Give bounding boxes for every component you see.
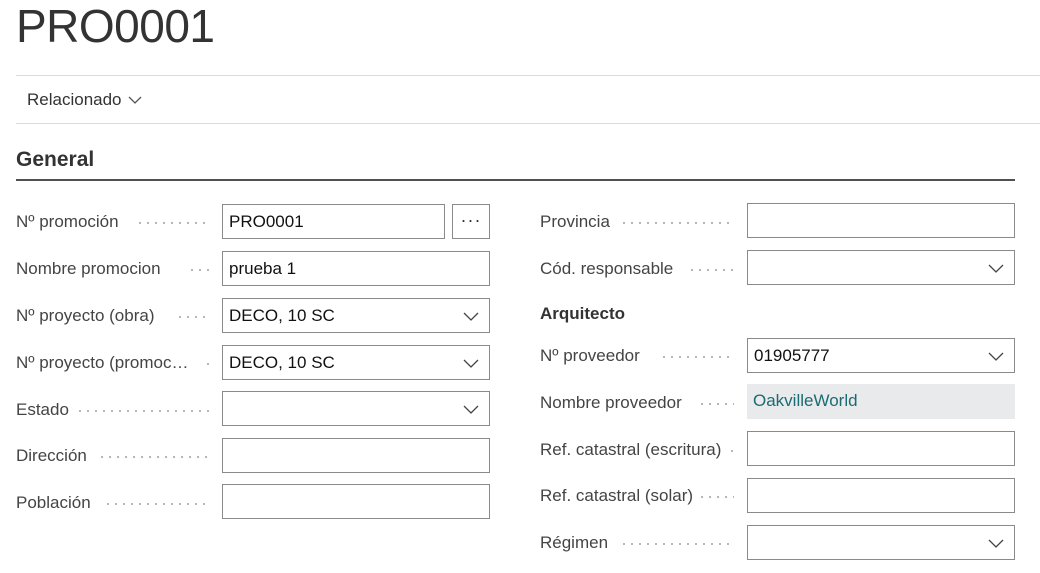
poblacion-input[interactable] bbox=[222, 484, 490, 519]
related-menu-button[interactable]: Relacionado bbox=[27, 90, 142, 110]
chevron-down-icon bbox=[463, 359, 479, 368]
provincia-input[interactable] bbox=[747, 203, 1015, 238]
label-poblacion: Población bbox=[16, 493, 91, 512]
no-proyecto-promocion-select[interactable]: DECO, 10 SC bbox=[222, 345, 490, 380]
no-proyecto-promocion-value: DECO, 10 SC bbox=[229, 353, 335, 372]
no-proveedor-select[interactable]: 01905777 bbox=[747, 338, 1015, 373]
direccion-input[interactable] bbox=[222, 438, 490, 473]
section-underline bbox=[16, 179, 1015, 181]
chevron-down-icon bbox=[988, 264, 1004, 273]
label-regimen: Régimen bbox=[540, 533, 609, 552]
regimen-select[interactable] bbox=[747, 525, 1015, 560]
lookup-button[interactable]: ··· bbox=[452, 204, 490, 239]
label-no-proyecto-obra: Nº proyecto (obra) bbox=[16, 306, 155, 325]
label-ref-catastral-escritura: Ref. catastral (escritura) bbox=[540, 440, 722, 459]
label-direccion: Dirección bbox=[16, 446, 87, 465]
no-proyecto-obra-select[interactable]: DECO, 10 SC bbox=[222, 298, 490, 333]
estado-select[interactable] bbox=[222, 391, 490, 426]
chevron-down-icon bbox=[128, 96, 141, 104]
label-no-proyecto-promocion: Nº proyecto (promoc… bbox=[16, 353, 189, 372]
label-nombre-promocion: Nombre promocion bbox=[16, 259, 161, 278]
ref-catastral-escritura-input[interactable] bbox=[747, 431, 1015, 466]
divider bbox=[16, 75, 1040, 76]
label-no-proveedor: Nº proveedor bbox=[540, 346, 640, 365]
nombre-promocion-input[interactable]: prueba 1 bbox=[222, 251, 490, 286]
chevron-down-icon bbox=[463, 405, 479, 414]
no-promocion-input[interactable]: PRO0001 bbox=[222, 204, 445, 239]
label-provincia: Provincia bbox=[540, 212, 610, 231]
cod-responsable-select[interactable] bbox=[747, 250, 1015, 285]
divider bbox=[16, 123, 1040, 124]
ref-catastral-solar-input[interactable] bbox=[747, 478, 1015, 513]
label-estado: Estado bbox=[16, 400, 69, 419]
label-nombre-proveedor: Nombre proveedor bbox=[540, 393, 682, 412]
chevron-down-icon bbox=[463, 312, 479, 321]
section-title-general[interactable]: General bbox=[16, 148, 94, 172]
label-ref-catastral-solar: Ref. catastral (solar) bbox=[540, 486, 694, 505]
chevron-down-icon bbox=[988, 352, 1004, 361]
page-title: PRO0001 bbox=[16, 0, 215, 52]
no-proveedor-value: 01905777 bbox=[754, 346, 830, 365]
ellipsis-icon: ··· bbox=[460, 210, 482, 230]
subgroup-arquitecto: Arquitecto bbox=[540, 304, 625, 323]
label-no-promocion: Nº promoción bbox=[16, 212, 119, 231]
label-cod-responsable: Cód. responsable bbox=[540, 259, 674, 278]
chevron-down-icon bbox=[988, 539, 1004, 548]
nombre-proveedor-value[interactable]: OakvilleWorld bbox=[747, 384, 1015, 419]
no-proyecto-obra-value: DECO, 10 SC bbox=[229, 306, 335, 325]
related-menu-label: Relacionado bbox=[27, 90, 122, 109]
